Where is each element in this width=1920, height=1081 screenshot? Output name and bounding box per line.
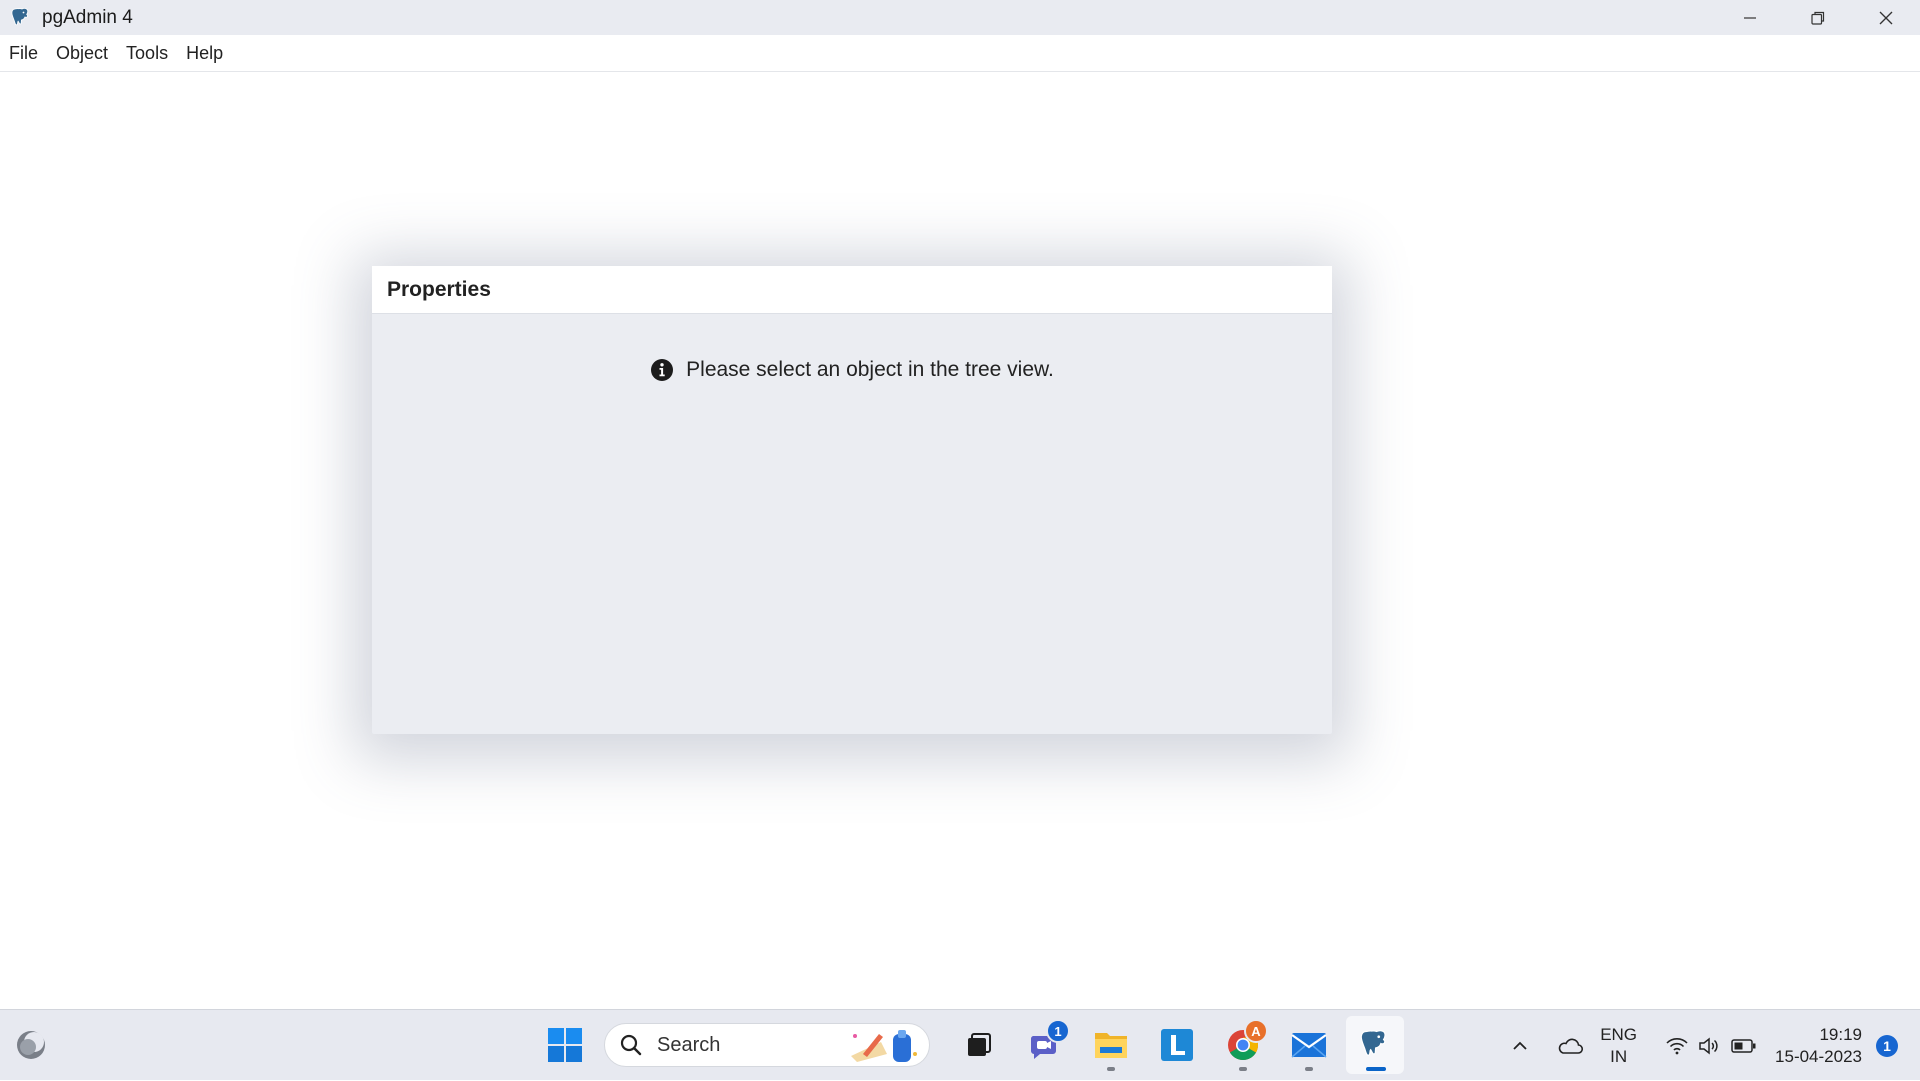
system-tray: ENG IN 19:19 15-04-2023 1: [1510, 1010, 1920, 1081]
clock-time: 19:19: [1819, 1024, 1862, 1044]
language-code: ENG: [1600, 1024, 1638, 1044]
language-region: IN: [1610, 1046, 1628, 1066]
pgadmin-taskbar-button[interactable]: [1346, 1016, 1404, 1074]
search-highlight-icon: [851, 1030, 917, 1062]
onedrive-button[interactable]: [1556, 1036, 1584, 1056]
properties-panel-body: Please select an object in the tree view…: [372, 314, 1332, 734]
search-icon: [620, 1034, 642, 1056]
active-indicator: [1366, 1067, 1386, 1071]
l-app-button[interactable]: [1148, 1016, 1206, 1074]
info-icon: [651, 359, 674, 381]
cloud-icon: [1558, 1038, 1584, 1054]
mail-icon: [1291, 1033, 1327, 1058]
menu-tools[interactable]: Tools: [126, 43, 168, 64]
chrome-profile-badge: A: [1244, 1019, 1268, 1043]
mail-button[interactable]: [1280, 1016, 1338, 1074]
folder-icon: [1095, 1033, 1127, 1058]
weather-widget-icon[interactable]: [14, 1028, 48, 1062]
panel-title: Properties: [387, 277, 491, 301]
task-view-button[interactable]: [950, 1016, 1008, 1074]
chat-badge: 1: [1046, 1019, 1070, 1043]
notification-center-badge[interactable]: 1: [1876, 1034, 1898, 1057]
close-icon: [1879, 11, 1893, 24]
file-explorer-button[interactable]: [1082, 1016, 1140, 1074]
clock[interactable]: 19:19 15-04-2023: [1775, 1024, 1862, 1068]
pgadmin-icon: [1360, 1030, 1386, 1056]
empty-state-text: Please select an object in the tree view…: [686, 358, 1054, 381]
battery-button[interactable]: [1731, 1037, 1757, 1055]
menu-file[interactable]: File: [9, 43, 38, 64]
title-bar: pgAdmin 4: [0, 0, 1920, 35]
wifi-icon: [1666, 1037, 1688, 1054]
running-indicator: [1107, 1067, 1115, 1071]
menu-object[interactable]: Object: [56, 43, 108, 64]
properties-panel: Properties Please select an object in th…: [372, 266, 1332, 734]
restore-button[interactable]: [1784, 0, 1852, 35]
restore-icon: [1811, 11, 1825, 25]
running-indicator: [1305, 1067, 1313, 1071]
speaker-icon: [1699, 1036, 1718, 1055]
taskbar-apps: Search 1 A: [536, 1016, 1412, 1074]
menu-bar: File Object Tools Help: [0, 35, 1920, 72]
window-controls: [1716, 0, 1920, 35]
volume-button[interactable]: [1697, 1036, 1721, 1056]
taskbar-search[interactable]: Search: [604, 1023, 930, 1067]
battery-icon: [1731, 1038, 1756, 1053]
task-view-icon: [968, 1033, 991, 1056]
taskbar: Search 1 A ENG IN 19:19 15-04-2023 1: [0, 1009, 1920, 1080]
properties-panel-header[interactable]: Properties: [372, 266, 1332, 314]
minimize-button[interactable]: [1716, 0, 1784, 35]
teams-chat-button[interactable]: 1: [1016, 1016, 1074, 1074]
clock-date: 15-04-2023: [1775, 1046, 1862, 1066]
start-button[interactable]: [536, 1016, 594, 1074]
l-app-icon: [1161, 1029, 1193, 1061]
running-indicator: [1239, 1067, 1247, 1071]
show-hidden-icons-button[interactable]: [1510, 1036, 1530, 1056]
close-button[interactable]: [1852, 0, 1920, 35]
menu-help[interactable]: Help: [186, 43, 223, 64]
minimize-icon: [1744, 16, 1756, 19]
search-placeholder: Search: [657, 1033, 721, 1056]
chevron-up-icon: [1513, 1041, 1527, 1050]
pgadmin-elephant-icon: [8, 5, 34, 31]
wifi-button[interactable]: [1665, 1036, 1689, 1056]
window-title: pgAdmin 4: [42, 6, 133, 28]
language-indicator[interactable]: ENG IN: [1600, 1024, 1637, 1068]
chrome-button[interactable]: A: [1214, 1016, 1272, 1074]
windows-start-icon: [548, 1028, 582, 1062]
empty-state-message: Please select an object in the tree view…: [372, 358, 1332, 382]
